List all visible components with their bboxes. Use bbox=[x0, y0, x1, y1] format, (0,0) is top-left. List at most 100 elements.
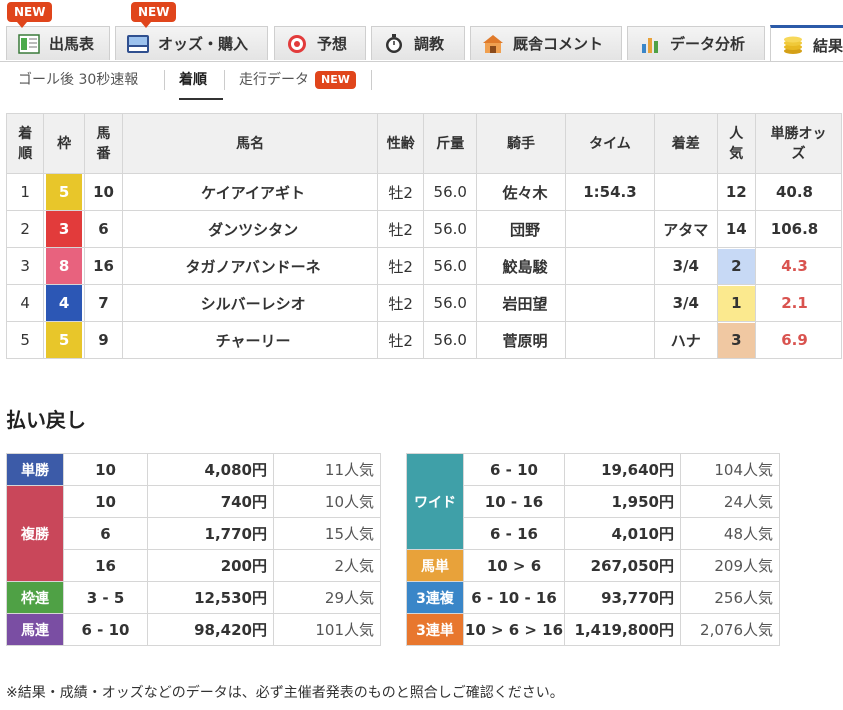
horse-name-link[interactable]: ダンツシタン bbox=[122, 210, 378, 248]
payout-popularity: 11人気 bbox=[273, 453, 381, 486]
frame-badge: 5 bbox=[46, 174, 83, 210]
bet-type-label: 馬連 bbox=[6, 613, 64, 646]
payout-popularity: 209人気 bbox=[680, 549, 780, 582]
popularity-cell: 1 bbox=[716, 284, 757, 322]
payout-combo: 10 > 6 bbox=[463, 549, 565, 582]
margin-cell: アタマ bbox=[653, 210, 718, 248]
rank-cell: 3 bbox=[5, 247, 45, 285]
payout-title: 払い戻し bbox=[6, 408, 86, 432]
jockey-link[interactable]: 団野 bbox=[476, 210, 566, 248]
popularity-value: 2 bbox=[717, 248, 755, 284]
payout-row: 3連複 6 - 10 - 16 93,770円 256人気 bbox=[406, 581, 780, 614]
jockey-link[interactable]: 岩田望 bbox=[476, 284, 566, 322]
payout-amount: 12,530円 bbox=[147, 581, 274, 614]
jockey-link[interactable]: 佐々木 bbox=[476, 173, 566, 211]
rank-cell: 5 bbox=[5, 321, 45, 359]
payout-combo: 6 - 16 bbox=[463, 517, 565, 550]
horse-name-link[interactable]: シルバーレシオ bbox=[122, 284, 378, 322]
payout-combo: 6 - 10 bbox=[463, 453, 565, 486]
tab-stable-comment[interactable]: 厩舎コメント bbox=[470, 26, 622, 60]
tab-prediction[interactable]: 予想 bbox=[274, 26, 366, 60]
tab-results[interactable]: 結果 bbox=[770, 25, 843, 62]
payout-amount: 19,640円 bbox=[564, 453, 681, 486]
payout-row: 馬連 6 - 10 98,420円 101人気 bbox=[6, 613, 381, 646]
number-cell: 7 bbox=[83, 284, 124, 322]
new-badge: NEW bbox=[131, 2, 177, 28]
table-row: 1 5 10 ケイアイアギト 牡2 56.0 佐々木 1:54.3 12 40.… bbox=[5, 173, 842, 211]
payout-table-right: ワイド 6 - 10 19,640円 104人気 10 - 16 1,950円 … bbox=[406, 453, 780, 646]
time-cell bbox=[564, 284, 655, 322]
race-tab-bar: 出馬表 オッズ・購入 予想 調教 厩舎コメント データ分析 結果 NEW NEW bbox=[0, 0, 843, 62]
frame-cell: 8 bbox=[43, 247, 85, 285]
table-row: 3 8 16 タガノアバンドーネ 牡2 56.0 鮫島駿 3/4 2 4.3 bbox=[5, 247, 842, 285]
header-popularity: 人気 bbox=[716, 113, 757, 174]
payout-row: 複勝 10 740円 10人気 bbox=[6, 485, 381, 582]
payout-popularity: 15人気 bbox=[273, 517, 381, 550]
horse-name-link[interactable]: チャーリー bbox=[122, 321, 378, 359]
jockey-link[interactable]: 菅原明 bbox=[476, 321, 566, 359]
payout-combo: 10 bbox=[63, 485, 148, 518]
weight-cell: 56.0 bbox=[423, 173, 478, 211]
payout-row: 6 1,770円 15人気 bbox=[7, 517, 381, 550]
header-odds: 単勝オッズ bbox=[755, 113, 842, 174]
payout-combo: 10 bbox=[63, 453, 148, 486]
subnav-item-finish-order[interactable]: 着順 bbox=[179, 70, 223, 100]
ipat-odds-icon bbox=[126, 34, 150, 54]
payout-amount: 200円 bbox=[147, 549, 274, 582]
popularity-cell: 14 bbox=[716, 210, 757, 248]
number-cell: 16 bbox=[83, 247, 124, 285]
tab-odds-purchase[interactable]: オッズ・購入 bbox=[115, 26, 268, 60]
margin-cell bbox=[653, 173, 718, 211]
payout-popularity: 104人気 bbox=[680, 453, 780, 486]
popularity-value: 14 bbox=[725, 219, 747, 238]
disclaimer-note: ※結果・成績・オッズなどのデータは、必ず主催者発表のものと照合しご確認ください。 bbox=[6, 685, 564, 701]
frame-badge: 4 bbox=[46, 285, 83, 321]
tab-entries[interactable]: 出馬表 bbox=[6, 26, 110, 60]
payout-amount: 4,010円 bbox=[564, 517, 681, 550]
header-jockey: 騎手 bbox=[476, 113, 566, 174]
frame-cell: 5 bbox=[43, 173, 85, 211]
margin-cell: 3/4 bbox=[653, 247, 718, 285]
subnav-item-running-data[interactable]: 走行データ NEW bbox=[239, 70, 356, 100]
subnav-divider bbox=[224, 70, 225, 90]
frame-badge: 5 bbox=[46, 322, 83, 358]
tab-data-analysis[interactable]: データ分析 bbox=[627, 26, 765, 60]
payout-amount: 1,950円 bbox=[564, 485, 681, 518]
margin-cell: ハナ bbox=[653, 321, 718, 359]
odds-cell: 40.8 bbox=[755, 173, 842, 211]
sexage-cell: 牡2 bbox=[376, 247, 425, 285]
subnav-divider bbox=[371, 70, 372, 90]
new-badge: NEW bbox=[315, 71, 356, 89]
payout-amount: 4,080円 bbox=[147, 453, 274, 486]
sexage-cell: 牡2 bbox=[376, 210, 425, 248]
payout-combo: 6 - 10 - 16 bbox=[463, 581, 565, 614]
horse-name-link[interactable]: ケイアイアギト bbox=[122, 173, 378, 211]
payout-combo: 6 - 10 bbox=[63, 613, 148, 646]
popularity-cell: 12 bbox=[716, 173, 757, 211]
time-cell bbox=[564, 321, 655, 359]
bet-type-label: 枠連 bbox=[6, 581, 64, 614]
rank-cell: 1 bbox=[5, 173, 45, 211]
sexage-cell: 牡2 bbox=[376, 321, 425, 359]
payout-amount: 740円 bbox=[147, 485, 274, 518]
payout-amount: 98,420円 bbox=[147, 613, 274, 646]
jockey-link[interactable]: 鮫島駿 bbox=[476, 247, 566, 285]
tab-label: データ分析 bbox=[670, 35, 746, 53]
payout-row: 枠連 3 - 5 12,530円 29人気 bbox=[6, 581, 381, 614]
frame-badge: 3 bbox=[46, 211, 83, 247]
payout-popularity: 2,076人気 bbox=[680, 613, 780, 646]
header-number: 馬番 bbox=[83, 113, 124, 174]
race-results-table: 着順 枠 馬番 馬名 性齢 斤量 騎手 タイム 着差 人気 単勝オッズ 1 5 … bbox=[5, 113, 842, 359]
bet-type-label: 単勝 bbox=[6, 453, 64, 486]
subnav-divider bbox=[164, 70, 165, 90]
tab-label: 出馬表 bbox=[49, 35, 95, 53]
horse-name-link[interactable]: タガノアバンドーネ bbox=[122, 247, 378, 285]
bar-chart-icon bbox=[638, 34, 662, 54]
payout-popularity: 10人気 bbox=[273, 485, 381, 518]
tab-training[interactable]: 調教 bbox=[371, 26, 465, 60]
weight-cell: 56.0 bbox=[423, 321, 478, 359]
target-icon bbox=[285, 34, 309, 54]
odds-cell: 4.3 bbox=[755, 247, 842, 285]
subnav-item-flash[interactable]: ゴール後 30秒速報 bbox=[18, 70, 138, 100]
bet-type-label: 3連単 bbox=[406, 613, 464, 646]
